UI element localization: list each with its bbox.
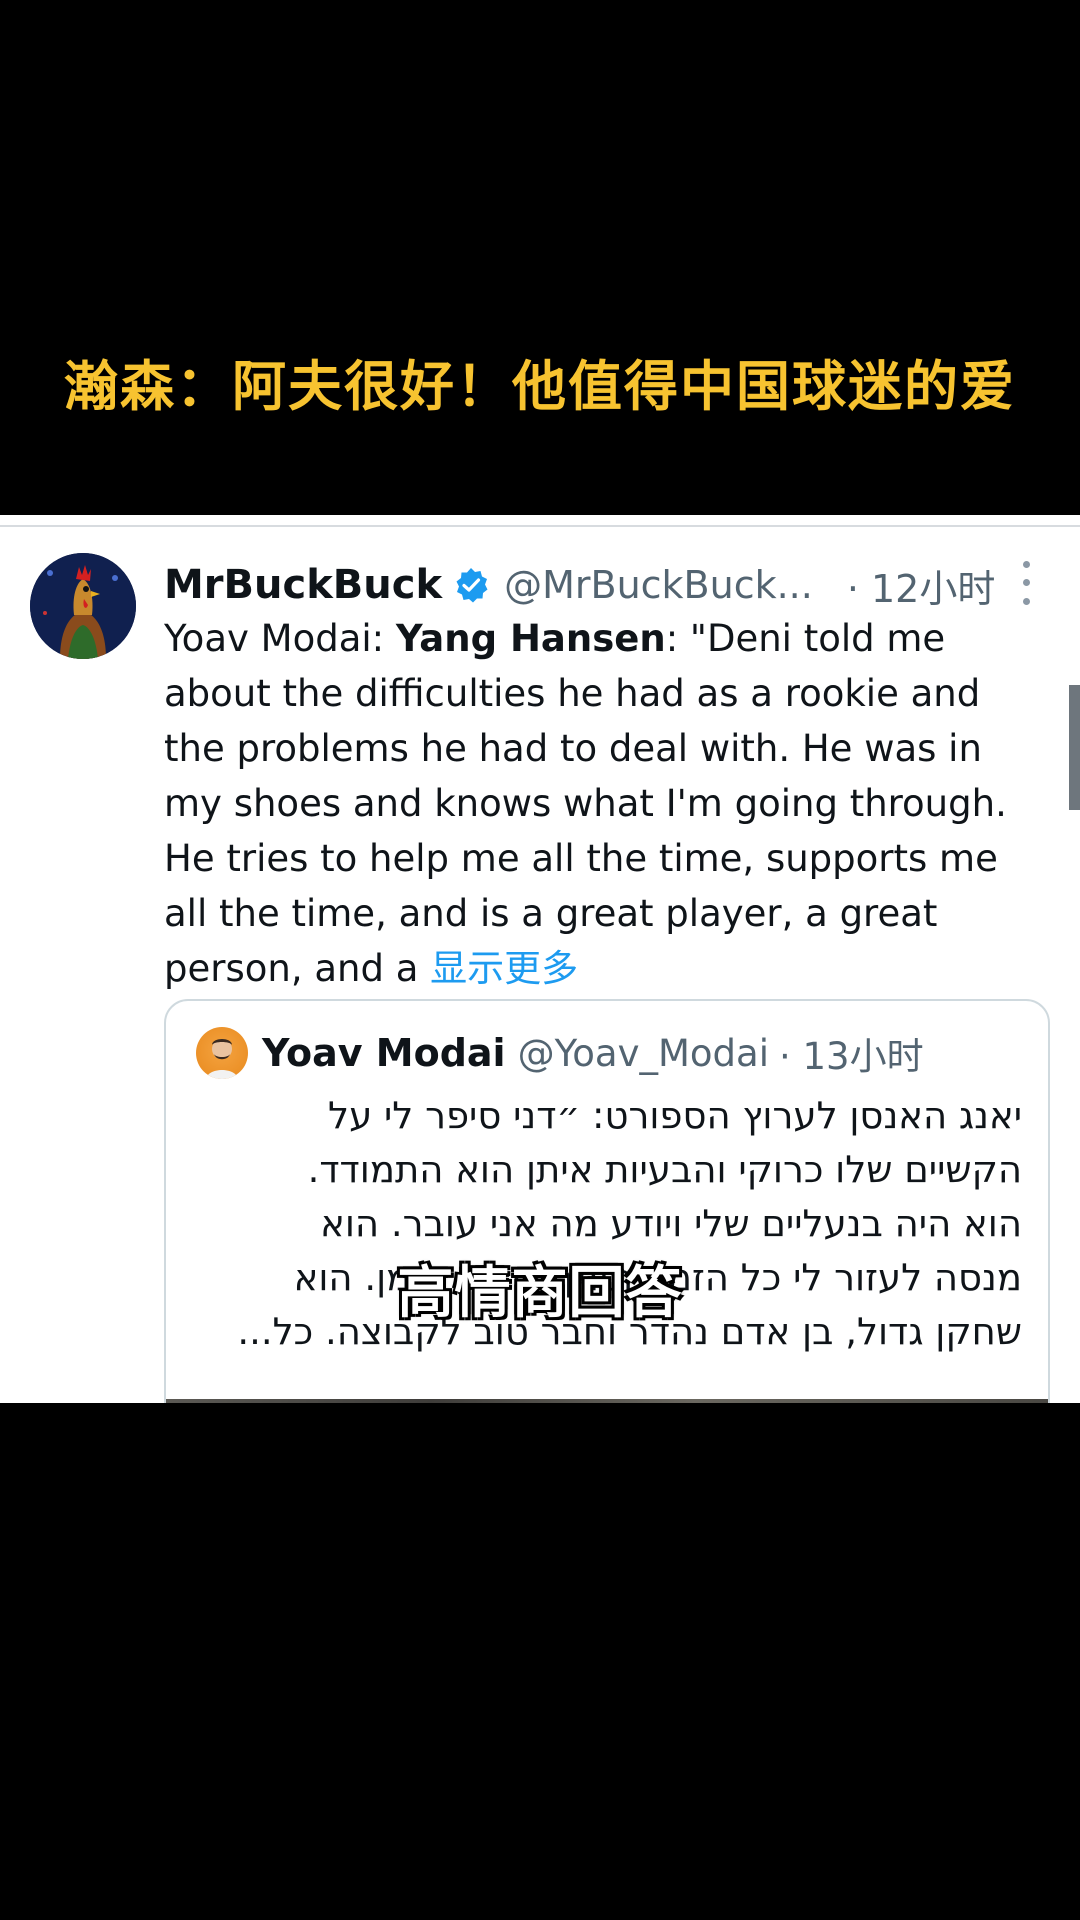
quoted-text-line: הקשיים שלו כרוקי והבעיות איתן הוא התמודד… — [307, 1148, 1022, 1191]
quoted-text-line: הוא היה בנעליים שלי ויודע מה אני עובר. ה… — [320, 1202, 1022, 1245]
tweet-text-prefix: Yoav Modai: — [164, 617, 396, 660]
video-title-banner: 瀚森：阿夫很好！他值得中国球迷的爱 — [0, 0, 1080, 515]
verified-badge-icon — [452, 566, 490, 604]
handle[interactable]: @MrBuckBuck... — [504, 563, 813, 607]
quoted-tweet-card[interactable]: Yoav Modai @Yoav_Modai · 13小时 יאנג האנסן… — [164, 999, 1050, 1403]
divider — [0, 525, 1080, 527]
quoted-media-preview[interactable] — [166, 1399, 1048, 1403]
vertical-ellipsis-icon[interactable] — [1016, 555, 1036, 611]
quoted-text-line: יאנג האנסן לערוץ הספורט: ״דני סיפר לי על — [328, 1094, 1022, 1137]
quoted-handle[interactable]: @Yoav_Modai — [518, 1032, 769, 1075]
rooster-avatar[interactable] — [30, 553, 136, 659]
quoted-timestamp[interactable]: · 13小时 — [779, 1026, 924, 1080]
quoted-tweet-header: Yoav Modai @Yoav_Modai · 13小时 — [196, 1025, 1026, 1081]
show-more-link[interactable]: 显示更多 — [430, 947, 578, 990]
video-caption: 高情商回答 — [397, 1261, 683, 1326]
scrollbar-thumb[interactable] — [1069, 685, 1080, 810]
quoted-display-name[interactable]: Yoav Modai — [262, 1031, 506, 1075]
tweet-header: MrBuckBuck @MrBuckBuck... · 12小时 — [164, 553, 1044, 617]
tweet-text: Yoav Modai: Yang Hansen: "Deni told me a… — [164, 611, 1044, 996]
tweet-text-bold-name: Yang Hansen — [395, 617, 666, 660]
tweet-text-rest: : "Deni told me about the difficulties h… — [164, 617, 1007, 990]
display-name[interactable]: MrBuckBuck — [164, 562, 442, 608]
quoted-user-avatar[interactable] — [196, 1027, 248, 1079]
video-title: 瀚森：阿夫很好！他值得中国球迷的爱 — [64, 355, 1016, 418]
timestamp[interactable]: · 12小时 — [847, 558, 996, 613]
